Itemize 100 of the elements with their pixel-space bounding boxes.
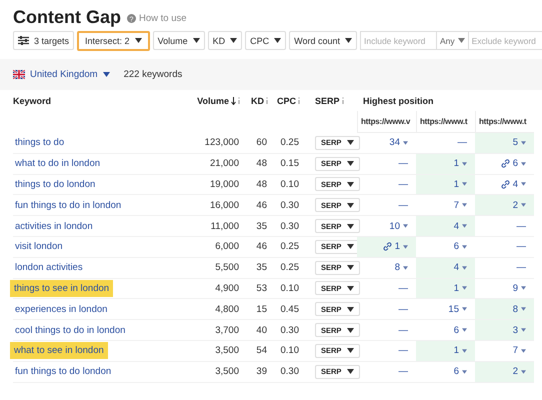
keyword-link[interactable]: things to see in london xyxy=(10,280,114,297)
caret-icon xyxy=(462,162,467,166)
column-header[interactable]: Volume xyxy=(197,96,229,106)
caret-icon xyxy=(347,328,354,333)
cpc-cell: 0.25 xyxy=(271,258,303,279)
keyword-link[interactable]: activities in london xyxy=(13,218,95,235)
volume-cell: 16,000 xyxy=(181,195,243,216)
caret-icon xyxy=(462,266,467,270)
keyword-link[interactable]: what to see in london xyxy=(10,342,108,360)
page-title: Content Gap xyxy=(13,6,121,28)
caret-icon xyxy=(347,202,354,208)
caret-icon xyxy=(403,266,408,270)
caret-icon xyxy=(462,328,467,332)
include-keyword-field[interactable]: Include keyword xyxy=(360,31,437,50)
caret-icon xyxy=(521,348,526,353)
filter-dropdown[interactable]: Intersect: 2 xyxy=(77,30,150,50)
caret-icon xyxy=(458,38,465,43)
keyword-link[interactable]: what to do in london xyxy=(13,155,102,172)
position-cell[interactable]: 2 xyxy=(475,362,534,383)
position-cell[interactable]: 1 xyxy=(416,278,475,300)
cpc-cell: 0.30 xyxy=(271,362,303,383)
keyword-link[interactable]: things to do london xyxy=(13,176,98,193)
volume-cell: 21,000 xyxy=(181,154,243,175)
kd-cell: 40 xyxy=(243,320,271,341)
filter-dropdown[interactable]: Volume xyxy=(152,31,205,50)
caret-icon xyxy=(521,140,526,145)
caret-icon xyxy=(134,38,142,43)
caret-icon xyxy=(347,182,354,187)
kd-cell: 35 xyxy=(243,216,271,237)
target-url: https://www.v xyxy=(361,117,410,126)
position-cell[interactable]: 1 xyxy=(416,174,475,196)
volume-cell: 19,000 xyxy=(181,174,243,196)
position-cell[interactable]: 34 xyxy=(357,133,416,154)
keyword-link[interactable]: things to do xyxy=(13,134,66,152)
kd-cell: 39 xyxy=(243,362,271,383)
position-cell[interactable]: 3 xyxy=(475,320,534,341)
position-cell[interactable]: 1 xyxy=(357,236,416,258)
position-cell[interactable]: 5 xyxy=(475,133,534,154)
caret-icon xyxy=(347,265,354,270)
volume-cell: 6,000 xyxy=(181,236,243,258)
info-icon xyxy=(265,97,269,104)
keyword-link[interactable]: london activities xyxy=(13,259,85,276)
sliders-icon xyxy=(18,36,29,45)
position-cell[interactable]: 6 xyxy=(475,154,534,175)
exclude-keyword-field[interactable]: Exclude keyword xyxy=(468,31,542,50)
position-cell[interactable]: 1 xyxy=(416,340,475,362)
volume-cell: 3,500 xyxy=(181,340,243,362)
help-link[interactable]: How to use xyxy=(139,13,187,24)
keyword-link[interactable]: visit london xyxy=(13,238,65,256)
keyword-link[interactable]: fun things to do london xyxy=(13,363,114,380)
caret-icon xyxy=(347,369,354,374)
info-icon xyxy=(297,97,301,104)
target-url: https://www.t xyxy=(420,117,468,126)
position-cell[interactable]: 4 xyxy=(416,258,475,279)
kd-cell: 53 xyxy=(243,278,271,300)
caret-icon xyxy=(462,203,467,208)
position-cell: — xyxy=(357,320,416,341)
caret-icon xyxy=(521,328,526,332)
caret-icon xyxy=(462,244,467,249)
position-cell[interactable]: 8 xyxy=(475,299,534,320)
sort-arrow-icon xyxy=(231,96,236,104)
caret-icon xyxy=(521,370,526,374)
filter-dropdown[interactable]: Word count xyxy=(289,31,357,50)
targets-button[interactable]: 3 targets xyxy=(13,31,74,50)
keyword-link[interactable]: cool things to do in london xyxy=(13,322,128,339)
kd-cell: 35 xyxy=(243,258,271,279)
volume-cell: 3,700 xyxy=(181,320,243,341)
column-header[interactable]: CPC xyxy=(276,96,296,106)
cpc-cell: 0.10 xyxy=(271,340,303,362)
caret-icon xyxy=(347,348,354,354)
cpc-cell: 0.10 xyxy=(271,174,303,196)
keyword-link[interactable]: experiences in london xyxy=(13,300,110,318)
caret-icon xyxy=(462,182,467,186)
position-cell[interactable]: 2 xyxy=(475,195,534,216)
column-header: SERP xyxy=(315,96,340,106)
kd-cell: 48 xyxy=(243,174,271,196)
cpc-cell: 0.30 xyxy=(271,195,303,216)
cpc-cell: 0.25 xyxy=(271,236,303,258)
position-cell[interactable]: 1 xyxy=(416,154,475,175)
column-header[interactable]: KD xyxy=(251,96,264,106)
caret-icon xyxy=(521,286,526,290)
caret-icon xyxy=(462,286,467,290)
kd-cell: 46 xyxy=(243,236,271,258)
caret-icon xyxy=(521,182,526,186)
caret-icon xyxy=(521,307,526,312)
volume-cell: 4,900 xyxy=(181,278,243,300)
keyword-link[interactable]: fun things to do in london xyxy=(13,196,124,214)
filter-dropdown[interactable]: CPC xyxy=(245,31,286,50)
filter-dropdown[interactable]: KD xyxy=(208,31,242,50)
caret-icon xyxy=(347,286,354,291)
country-dropdown[interactable]: United Kingdom xyxy=(30,69,110,80)
position-cell: — xyxy=(357,195,416,216)
volume-cell: 11,000 xyxy=(181,216,243,237)
caret-icon xyxy=(102,72,110,77)
caret-icon xyxy=(403,140,408,145)
volume-cell: 123,000 xyxy=(181,133,243,154)
column-header: Keyword xyxy=(13,94,52,108)
flag-icon xyxy=(13,70,25,79)
position-cell[interactable]: 4 xyxy=(416,216,475,237)
info-icon xyxy=(237,97,241,104)
